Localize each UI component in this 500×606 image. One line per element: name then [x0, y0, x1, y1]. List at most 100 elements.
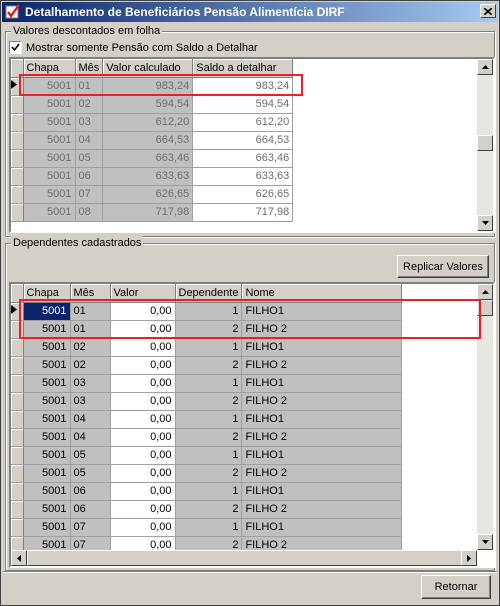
- cell-nome[interactable]: FILHO 2: [241, 320, 403, 339]
- col-header-mes[interactable]: Mês: [70, 284, 111, 303]
- table-row[interactable]: 5001 07 626,65 626,65: [11, 185, 294, 204]
- table-row[interactable]: 5001 02 594,54 594,54: [11, 95, 294, 114]
- scroll-left-button[interactable]: [11, 550, 27, 566]
- row-indicator[interactable]: [11, 167, 24, 186]
- cell-valor[interactable]: 0,00: [110, 500, 176, 519]
- cell-mes[interactable]: 05: [75, 149, 104, 168]
- cell-dependente[interactable]: 2: [175, 392, 243, 411]
- cell-mes[interactable]: 07: [75, 185, 104, 204]
- cell-valor-calculado[interactable]: 664,53: [102, 131, 194, 150]
- cell-chapa[interactable]: 5001: [23, 338, 71, 357]
- cell-valor[interactable]: 0,00: [110, 374, 176, 393]
- cell-mes[interactable]: 03: [70, 392, 111, 411]
- cell-chapa[interactable]: 5001: [23, 320, 71, 339]
- row-indicator[interactable]: [11, 464, 24, 483]
- top-vscroll[interactable]: [477, 59, 493, 231]
- cell-valor[interactable]: 0,00: [110, 482, 176, 501]
- col-header-valor-calculado[interactable]: Valor calculado: [102, 59, 194, 78]
- cell-nome[interactable]: FILHO1: [241, 518, 403, 537]
- cell-dependente[interactable]: 2: [175, 428, 243, 447]
- cell-dependente[interactable]: 1: [175, 374, 243, 393]
- cell-mes[interactable]: 06: [70, 500, 111, 519]
- cell-mes[interactable]: 06: [75, 167, 104, 186]
- scroll-up-button[interactable]: [477, 284, 493, 300]
- row-indicator[interactable]: [11, 302, 24, 321]
- cell-mes[interactable]: 05: [70, 446, 111, 465]
- cell-dependente[interactable]: 1: [175, 410, 243, 429]
- cell-nome[interactable]: FILHO 2: [241, 392, 403, 411]
- cell-valor[interactable]: 0,00: [110, 356, 176, 375]
- table-row[interactable]: 5001 06 0,00 1 FILHO1: [11, 482, 403, 501]
- cell-mes[interactable]: 04: [75, 131, 104, 150]
- cell-valor[interactable]: 0,00: [110, 446, 176, 465]
- cell-saldo[interactable]: 983,24: [192, 77, 294, 96]
- scroll-thumb[interactable]: [477, 135, 493, 151]
- cell-valor[interactable]: 0,00: [110, 392, 176, 411]
- row-indicator[interactable]: [11, 203, 24, 222]
- cell-nome[interactable]: FILHO 2: [241, 356, 403, 375]
- cell-saldo[interactable]: 594,54: [192, 95, 294, 114]
- retornar-button[interactable]: Retornar: [421, 575, 491, 599]
- cell-chapa[interactable]: 5001: [23, 185, 76, 204]
- cell-saldo[interactable]: 633,63: [192, 167, 294, 186]
- cell-chapa[interactable]: 5001: [23, 464, 71, 483]
- table-row[interactable]: 5001 02 0,00 1 FILHO1: [11, 338, 403, 357]
- cell-valor-calculado[interactable]: 663,46: [102, 149, 194, 168]
- cell-mes[interactable]: 07: [70, 518, 111, 537]
- cell-valor-calculado[interactable]: 626,65: [102, 185, 194, 204]
- cell-mes[interactable]: 04: [70, 428, 111, 447]
- table-row[interactable]: 5001 07 0,00 1 FILHO1: [11, 518, 403, 537]
- cell-mes[interactable]: 02: [70, 338, 111, 357]
- table-row[interactable]: 5001 08 717,98 717,98: [11, 203, 294, 222]
- cell-saldo[interactable]: 663,46: [192, 149, 294, 168]
- col-header-nome[interactable]: Nome: [241, 284, 403, 303]
- cell-chapa[interactable]: 5001: [23, 482, 71, 501]
- cell-nome[interactable]: FILHO 2: [241, 464, 403, 483]
- table-row[interactable]: 5001 02 0,00 2 FILHO 2: [11, 356, 403, 375]
- col-header-chapa[interactable]: Chapa: [23, 284, 71, 303]
- cell-dependente[interactable]: 2: [175, 500, 243, 519]
- close-button[interactable]: [480, 4, 496, 18]
- cell-nome[interactable]: FILHO1: [241, 374, 403, 393]
- row-indicator[interactable]: [11, 320, 24, 339]
- row-indicator[interactable]: [11, 356, 24, 375]
- cell-nome[interactable]: FILHO 2: [241, 428, 403, 447]
- table-row[interactable]: 5001 05 663,46 663,46: [11, 149, 294, 168]
- scroll-down-button[interactable]: [477, 534, 493, 550]
- cell-chapa[interactable]: 5001: [23, 518, 71, 537]
- cell-dependente[interactable]: 1: [175, 338, 243, 357]
- checkbox-box[interactable]: [9, 41, 22, 54]
- table-row[interactable]: 5001 03 612,20 612,20: [11, 113, 294, 132]
- cell-nome[interactable]: FILHO1: [241, 446, 403, 465]
- bottom-vscroll[interactable]: [477, 284, 493, 550]
- col-header-valor[interactable]: Valor: [110, 284, 176, 303]
- row-indicator[interactable]: [11, 482, 24, 501]
- col-header-dependente[interactable]: Dependente: [175, 284, 243, 303]
- cell-chapa[interactable]: 5001: [23, 392, 71, 411]
- saldo-filter-checkbox[interactable]: Mostrar somente Pensão com Saldo a Detal…: [9, 41, 258, 54]
- row-indicator[interactable]: [11, 77, 24, 96]
- cell-mes[interactable]: 02: [70, 356, 111, 375]
- cell-mes[interactable]: 01: [70, 320, 111, 339]
- cell-nome[interactable]: FILHO 2: [241, 500, 403, 519]
- cell-chapa[interactable]: 5001: [23, 410, 71, 429]
- row-indicator[interactable]: [11, 410, 24, 429]
- cell-mes[interactable]: 05: [70, 464, 111, 483]
- table-row[interactable]: 5001 03 0,00 2 FILHO 2: [11, 392, 403, 411]
- cell-valor-calculado[interactable]: 633,63: [102, 167, 194, 186]
- table-row[interactable]: 5001 05 0,00 1 FILHO1: [11, 446, 403, 465]
- row-indicator[interactable]: [11, 185, 24, 204]
- cell-saldo[interactable]: 664,53: [192, 131, 294, 150]
- bottom-hscroll[interactable]: [11, 550, 477, 566]
- scroll-thumb[interactable]: [27, 550, 467, 566]
- table-row[interactable]: 5001 04 0,00 2 FILHO 2: [11, 428, 403, 447]
- cell-nome[interactable]: FILHO1: [241, 302, 403, 321]
- top-grid[interactable]: Chapa Mês Valor calculado Saldo a detalh…: [9, 57, 495, 233]
- table-row[interactable]: 5001 01 983,24 983,24: [11, 77, 294, 96]
- scroll-right-button[interactable]: [461, 550, 477, 566]
- table-row[interactable]: 5001 01 0,00 1 FILHO1: [11, 302, 403, 321]
- cell-chapa[interactable]: 5001: [23, 149, 76, 168]
- cell-valor[interactable]: 0,00: [110, 302, 176, 321]
- cell-chapa[interactable]: 5001: [23, 95, 76, 114]
- row-indicator[interactable]: [11, 500, 24, 519]
